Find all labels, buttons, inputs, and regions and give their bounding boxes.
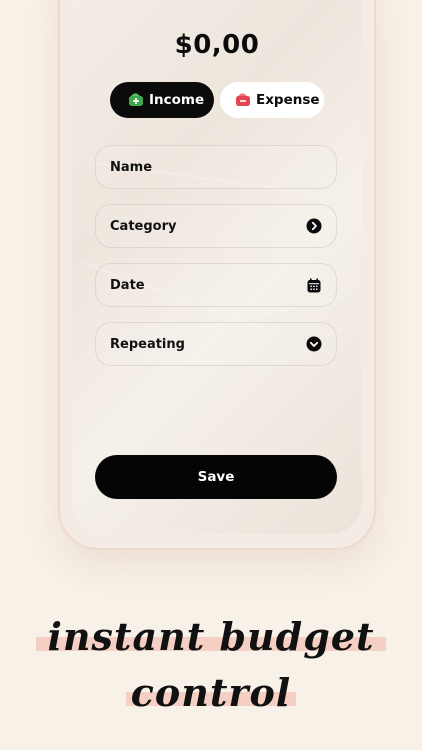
tagline-line-1: instant budget bbox=[47, 614, 375, 659]
category-field[interactable]: Category bbox=[95, 204, 337, 248]
income-toggle-label: Income bbox=[149, 92, 205, 108]
repeating-field-label: Repeating bbox=[110, 336, 185, 352]
name-field[interactable]: Name bbox=[95, 145, 337, 189]
name-field-label: Name bbox=[110, 159, 153, 175]
repeating-field[interactable]: Repeating bbox=[95, 322, 337, 366]
wallet-expense-icon bbox=[235, 93, 251, 107]
date-field-label: Date bbox=[110, 277, 145, 293]
phone-frame: $0,00 Income Expense Name Category Date … bbox=[58, 0, 376, 550]
date-field[interactable]: Date bbox=[95, 263, 337, 307]
category-field-label: Category bbox=[110, 218, 177, 234]
app-screen: $0,00 Income Expense Name Category Date … bbox=[72, 0, 362, 534]
expense-toggle-label: Expense bbox=[256, 92, 320, 108]
save-button[interactable]: Save bbox=[95, 455, 337, 499]
tagline-line-2: control bbox=[130, 670, 292, 715]
wallet-income-icon bbox=[128, 93, 144, 107]
amount-display[interactable]: $0,00 bbox=[72, 30, 362, 60]
chevron-down-circle-icon[interactable] bbox=[306, 336, 322, 352]
income-toggle[interactable]: Income bbox=[110, 82, 214, 118]
chevron-right-circle-icon[interactable] bbox=[306, 218, 322, 234]
calendar-icon[interactable] bbox=[306, 277, 322, 293]
expense-toggle[interactable]: Expense bbox=[220, 82, 324, 118]
